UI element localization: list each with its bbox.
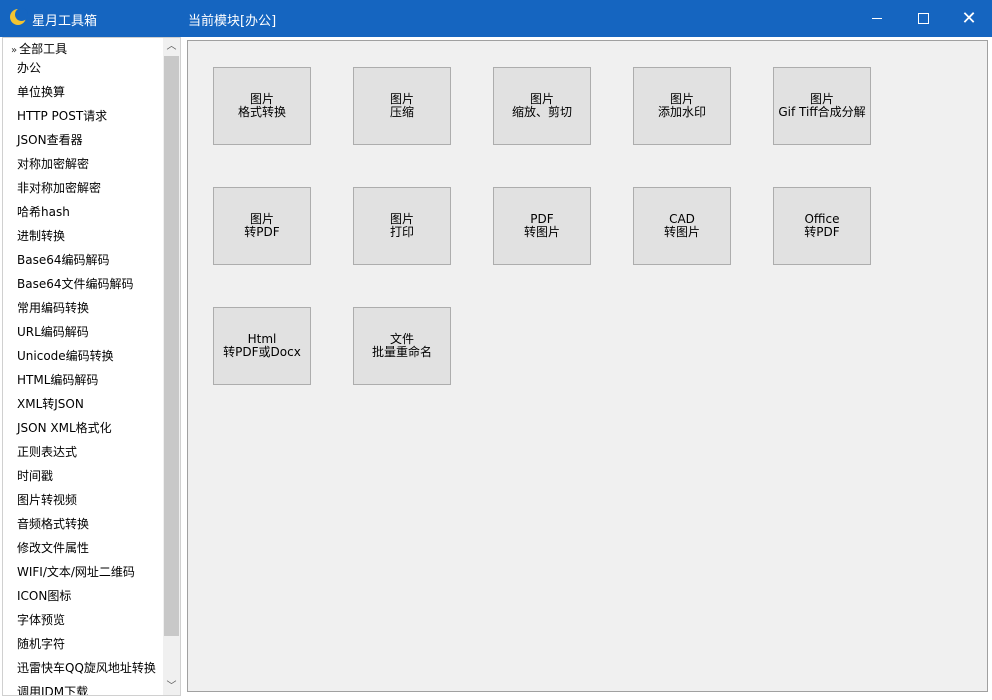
- scroll-up-icon[interactable]: ︿: [163, 38, 180, 55]
- tool-tile-button[interactable]: PDF 转图片: [493, 187, 591, 265]
- sidebar-item[interactable]: 正则表达式: [17, 444, 156, 468]
- sidebar-item[interactable]: 随机字符: [17, 636, 156, 660]
- sidebar-item[interactable]: 修改文件属性: [17, 540, 156, 564]
- sidebar-item[interactable]: 哈希hash: [17, 204, 156, 228]
- sidebar-item[interactable]: JSON XML格式化: [17, 420, 156, 444]
- tool-tile-button[interactable]: 图片 Gif Tiff合成分解: [773, 67, 871, 145]
- tile-label-line2: 批量重命名: [371, 345, 432, 359]
- minimize-icon: [872, 17, 882, 19]
- sidebar-item[interactable]: 常用编码转换: [17, 300, 156, 324]
- app-title: 星月工具箱: [32, 14, 98, 29]
- maximize-button[interactable]: [900, 0, 946, 37]
- title-bar: 星月工具箱 当前模块[办公] ✕: [0, 0, 992, 37]
- close-icon: ✕: [961, 8, 977, 29]
- sidebar-item[interactable]: 音频格式转换: [17, 516, 156, 540]
- sidebar-item[interactable]: 图片转视频: [17, 492, 156, 516]
- tool-tile-button[interactable]: 图片 压缩: [353, 67, 451, 145]
- maximize-icon: [917, 12, 929, 24]
- tile-label-line2: 添加水印: [657, 105, 706, 119]
- sidebar-item[interactable]: 进制转换: [17, 228, 156, 252]
- close-button[interactable]: ✕: [946, 0, 992, 37]
- moon-logo-icon: [10, 8, 28, 25]
- sidebar-item[interactable]: ICON图标: [17, 588, 156, 612]
- sidebar-item[interactable]: Unicode编码转换: [17, 348, 156, 372]
- tile-label-line2: 转PDF: [244, 225, 280, 239]
- tree-root-label: 全部工具: [19, 42, 68, 56]
- sidebar-item[interactable]: 对称加密解密: [17, 156, 156, 180]
- module-tiles-panel: 图片 格式转换 图片 压缩 图片 缩放、剪切 图片 添加水印 图片 Gif Tiff合成分解图片转…: [187, 40, 988, 692]
- sidebar-scrollbar[interactable]: ︿ ﹀: [163, 38, 180, 695]
- sidebar-item[interactable]: 办公: [17, 60, 156, 84]
- sidebar-item[interactable]: JSON查看器: [17, 132, 156, 156]
- tile-label-line2: 转PDF或Docx: [223, 345, 301, 359]
- sidebar-item[interactable]: 单位换算: [17, 84, 156, 108]
- tile-label-line2: 转图片: [523, 225, 560, 239]
- tool-tile-button[interactable]: 图片 添加水印: [633, 67, 731, 145]
- sidebar-item[interactable]: Base64文件编码解码: [17, 276, 156, 300]
- tool-tile-button[interactable]: 文件 批量重命名: [353, 307, 451, 385]
- sidebar-item[interactable]: 非对称加密解密: [17, 180, 156, 204]
- tile-label-line2: 缩放、剪切: [511, 105, 572, 119]
- module-title: 当前模块[办公]: [188, 14, 277, 29]
- tool-tile-button[interactable]: 图片 缩放、剪切: [493, 67, 591, 145]
- sidebar-item[interactable]: HTTP POST请求: [17, 108, 156, 132]
- tile-label-line2: 格式转换: [237, 105, 286, 119]
- sidebar-item[interactable]: 迅雷快车QQ旋风地址转换: [17, 660, 156, 684]
- sidebar-item[interactable]: 时间戳: [17, 468, 156, 492]
- tool-tree-sidebar: » 全部工具 办公 单位换算 HTTP POST请求 JSON查看器 对称加密解密 非对称加…: [2, 37, 181, 696]
- tool-tile-button[interactable]: Html 转PDF或Docx: [213, 307, 311, 385]
- sidebar-item[interactable]: XML转JSON: [17, 396, 156, 420]
- status-strip: [187, 692, 988, 700]
- tree-root-all-tools[interactable]: » 全部工具: [11, 40, 67, 57]
- tool-tile-button[interactable]: CAD 转图片: [633, 187, 731, 265]
- scroll-thumb[interactable]: [164, 56, 179, 636]
- tool-tile-button[interactable]: 图片 打印: [353, 187, 451, 265]
- tool-tile-button[interactable]: 图片 转PDF: [213, 187, 311, 265]
- sidebar-item[interactable]: Base64编码解码: [17, 252, 156, 276]
- tile-label-line2: 转图片: [663, 225, 700, 239]
- tile-label-line2: 转PDF: [804, 225, 840, 239]
- chevron-down-icon: »: [11, 45, 18, 56]
- tile-label-line2: Gif Tiff合成分解: [778, 105, 866, 119]
- sidebar-item[interactable]: 调用IDM下载: [17, 684, 156, 695]
- sidebar-item[interactable]: WIFI/文本/网址二维码: [17, 564, 156, 588]
- tool-tile-button[interactable]: Office 转PDF: [773, 187, 871, 265]
- tool-tile-button[interactable]: 图片 格式转换: [213, 67, 311, 145]
- minimize-button[interactable]: [854, 0, 900, 37]
- tool-list: 办公 单位换算 HTTP POST请求 JSON查看器 对称加密解密 非对称加密解密 哈希h…: [17, 60, 156, 695]
- sidebar-item[interactable]: HTML编码解码: [17, 372, 156, 396]
- scroll-down-icon[interactable]: ﹀: [163, 678, 180, 695]
- sidebar-item[interactable]: URL编码解码: [17, 324, 156, 348]
- tile-label-line2: 打印: [389, 225, 414, 239]
- sidebar-item[interactable]: 字体预览: [17, 612, 156, 636]
- tile-label-line2: 压缩: [389, 105, 414, 119]
